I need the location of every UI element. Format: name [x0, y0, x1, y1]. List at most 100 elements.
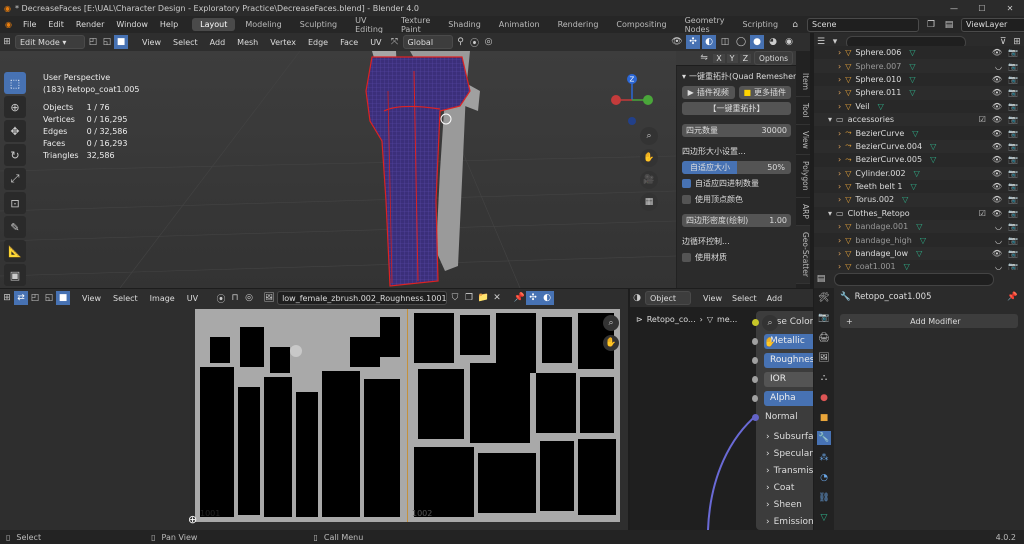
visibility-eye-icon[interactable]: 👁 [992, 249, 1002, 258]
expand-chevron-icon[interactable]: › [838, 155, 841, 164]
fake-user-icon[interactable]: ⛉ [448, 291, 462, 305]
use-vertex-color-checkbox[interactable]: 使用顶点颜色 [682, 193, 791, 206]
render-camera-icon[interactable]: 📷 [1008, 222, 1018, 231]
socket-dot-icon[interactable] [752, 413, 759, 421]
adaptive-size-slider[interactable]: 自适应大小 50% [682, 161, 791, 174]
render-camera-icon[interactable]: 📷 [1008, 142, 1018, 151]
render-camera-icon[interactable]: 📷 [1008, 115, 1018, 124]
outliner-row[interactable]: › ▽ Torus.002 ▽ 👁 📷 [814, 193, 1024, 207]
render-camera-icon[interactable]: 📷 [1008, 62, 1018, 71]
expand-chevron-icon[interactable]: › [838, 142, 841, 151]
render-camera-icon[interactable]: 📷 [1008, 236, 1018, 245]
render-camera-icon[interactable]: 📷 [1008, 182, 1018, 191]
outliner-row[interactable]: › ⤳ BezierCurve ▽ 👁 📷 [814, 126, 1024, 139]
node-subpanel[interactable]: › Coat [756, 479, 813, 496]
viewport-menu-add[interactable]: Add [204, 38, 232, 47]
pivot-icon[interactable]: ⚲ [454, 35, 468, 49]
retopo-button[interactable]: 【一键重拓扑】 [682, 102, 791, 115]
visibility-eye-icon[interactable]: 👁 [992, 102, 1002, 111]
maximize-button[interactable]: ☐ [968, 4, 996, 13]
node-subpanel[interactable]: › Sheen [756, 496, 813, 513]
tab-compositing[interactable]: Compositing [608, 18, 674, 31]
perspective-grid-icon[interactable]: ▦ [640, 193, 658, 211]
uv-editor-canvas[interactable]: 1001 1002 ⊕ ⌕ ✋ [0, 307, 628, 530]
output-props-icon[interactable]: 🖨 [817, 331, 831, 345]
material-shading-icon[interactable]: ◕ [766, 35, 780, 49]
tab-shading[interactable]: Shading [440, 18, 489, 31]
uv-menu-view[interactable]: View [76, 294, 107, 303]
image-browse-icon[interactable]: 🖼 [262, 291, 276, 305]
rotate-tool-icon[interactable]: ↻ [4, 144, 26, 166]
vertex-select-icon[interactable]: ◰ [28, 291, 42, 305]
data-icon[interactable]: ▽ [920, 236, 926, 245]
pin-icon[interactable]: 📌 [1007, 292, 1024, 302]
data-icon[interactable]: ▽ [909, 62, 915, 71]
outliner-row[interactable]: › ⤳ BezierCurve.004 ▽ 👁 📷 [814, 139, 1024, 154]
adaptive-quad-count-checkbox[interactable]: 自适应四进制数量 [682, 177, 791, 190]
visibility-eye-icon[interactable]: ◡ [995, 262, 1002, 270]
pan-hand-icon[interactable]: ✋ [603, 335, 619, 351]
data-icon[interactable]: ▽ [916, 249, 922, 258]
node-menu-add[interactable]: Add [762, 294, 788, 303]
visibility-eye-icon[interactable]: 👁 [992, 182, 1002, 191]
node-socket[interactable]: Alpha [752, 390, 813, 406]
viewlayer-icon[interactable]: ▤ [942, 18, 956, 32]
collapse-chevron-icon[interactable]: ▾ [828, 115, 832, 124]
menu-render[interactable]: Render [70, 20, 110, 29]
data-icon[interactable]: ▽ [878, 102, 884, 111]
render-props-icon[interactable]: 📷 [817, 311, 831, 325]
outliner-row[interactable]: › ▽ Sphere.006 ▽ 👁 📷 [814, 46, 1024, 59]
exclude-checkbox-icon[interactable]: ☑ [979, 115, 986, 124]
node-socket[interactable]: IOR [752, 371, 813, 387]
data-icon[interactable]: ▽ [914, 169, 920, 178]
quad-density-field[interactable]: 四边形密度(绘制) 1.00 [682, 214, 791, 227]
properties-search-input[interactable] [834, 272, 994, 286]
uv-menu-select[interactable]: Select [107, 294, 144, 303]
visibility-eye-icon[interactable]: 👁 [992, 129, 1002, 138]
new-image-icon[interactable]: ❐ [462, 291, 476, 305]
solid-shading-icon[interactable]: ● [750, 35, 764, 49]
measure-tool-icon[interactable]: 📐 [4, 240, 26, 262]
outliner-row[interactable]: › ▽ bandage.001 ▽ ◡ 📷 [814, 220, 1024, 234]
unlink-icon[interactable]: ✕ [490, 291, 504, 305]
mirror-icon[interactable]: ⇋ [697, 51, 711, 65]
xray-icon[interactable]: ◫ [718, 35, 732, 49]
expand-chevron-icon[interactable]: › [838, 182, 841, 191]
snap-icon[interactable]: ⦿ [468, 35, 482, 49]
outliner-row[interactable]: › ▽ Sphere.007 ▽ ◡ 📷 [814, 59, 1024, 73]
visibility-eye-icon[interactable]: ◡ [995, 236, 1002, 245]
options-dropdown[interactable]: Options [754, 51, 793, 65]
socket-dot-icon[interactable] [752, 375, 759, 383]
edge-select-icon[interactable]: ◱ [100, 35, 114, 49]
data-icon[interactable]: ▽ [930, 142, 936, 151]
move-tool-icon[interactable]: ✥ [4, 120, 26, 142]
uv-menu-image[interactable]: Image [144, 294, 181, 303]
render-camera-icon[interactable]: 📷 [1008, 75, 1018, 84]
outliner-row[interactable]: › ▽ Teeth belt 1 ▽ 👁 📷 [814, 180, 1024, 193]
tab-polygon[interactable]: Polygon [796, 155, 810, 198]
proportional-edit-icon[interactable]: ◎ [242, 291, 256, 305]
tab-sculpting[interactable]: Sculpting [292, 18, 345, 31]
data-icon[interactable]: ▽ [930, 155, 936, 164]
uv-menu-uv[interactable]: UV [181, 294, 204, 303]
tab-geo-scatter[interactable]: Geo-Scatter [796, 225, 810, 284]
data-icon[interactable]: ▽ [909, 75, 915, 84]
tab-arp[interactable]: ARP [796, 198, 810, 226]
expand-chevron-icon[interactable]: › [838, 88, 841, 97]
render-camera-icon[interactable]: 📷 [1008, 169, 1018, 178]
wireframe-shading-icon[interactable]: ◯ [734, 35, 748, 49]
node-subpanel[interactable]: ›Transmission [756, 462, 813, 479]
transform-orientation-icon[interactable]: ⤧ [388, 35, 402, 49]
socket-dot-icon[interactable] [752, 356, 759, 364]
visibility-eye-icon[interactable]: ◡ [995, 62, 1002, 71]
node-menu-select[interactable]: Select [727, 294, 762, 303]
editor-type-icon[interactable]: ⊞ [0, 291, 14, 305]
object-props-icon[interactable]: ■ [817, 411, 831, 425]
outliner-row[interactable]: › ▽ bandage_high ▽ ◡ 📷 [814, 233, 1024, 246]
outliner-row[interactable]: ▾ ▭ accessories ☑ 👁 📷 [814, 112, 1024, 127]
physics-props-icon[interactable]: ◔ [817, 471, 831, 485]
uv-snap-icon[interactable]: ⊓ [228, 291, 242, 305]
menu-edit[interactable]: Edit [42, 20, 70, 29]
view-layer-props-icon[interactable]: 🖼 [817, 351, 831, 365]
viewlayer-selector[interactable]: ViewLayer [961, 17, 1024, 32]
